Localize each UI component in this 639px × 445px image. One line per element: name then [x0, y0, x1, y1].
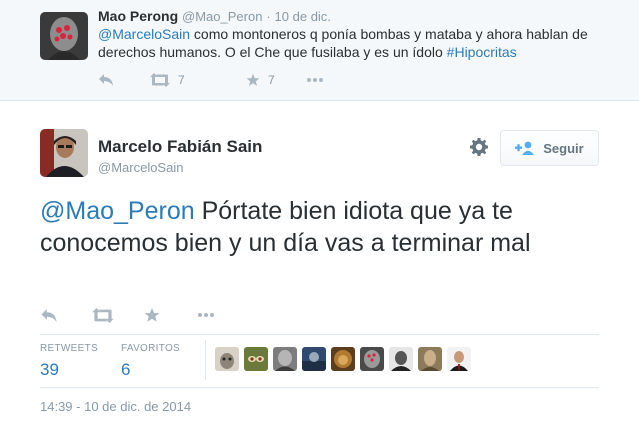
parent-hashtag-link[interactable]: #Hipocritas	[447, 44, 517, 60]
retweets-stat[interactable]: RETWEETS 39	[40, 343, 98, 380]
parent-text-line2: derechos humanos. O el Che que fusilaba …	[98, 44, 447, 60]
parent-mention-link[interactable]: @MarceloSain	[98, 26, 190, 42]
favorites-stat[interactable]: FAVORITOS 6	[121, 343, 180, 380]
retweets-label: RETWEETS	[40, 343, 98, 354]
favoriter-avatar[interactable]	[389, 347, 413, 371]
follow-person-plus-icon	[515, 141, 535, 155]
parent-retweet-button[interactable]: 7	[150, 73, 246, 87]
parent-author-name[interactable]: Mao Perong	[98, 8, 178, 24]
main-retweet-button[interactable]	[92, 307, 144, 323]
stats-bottom-divider	[40, 387, 599, 388]
favorite-star-icon	[144, 308, 160, 322]
parent-header: Mao Perong @Mao_Peron · 10 de dic.	[98, 8, 331, 24]
favorites-label: FAVORITOS	[121, 343, 181, 354]
favoriter-avatar[interactable]	[244, 347, 268, 371]
main-actions	[40, 306, 216, 324]
gear-icon[interactable]	[469, 137, 489, 157]
parent-time[interactable]: 10 de dic.	[275, 9, 331, 24]
main-tweet-text: @Mao_Peron Pórtate bien idiota que ya te…	[40, 195, 610, 259]
retweet-icon	[92, 307, 114, 323]
main-favorite-button[interactable]	[144, 307, 196, 323]
parent-tweet: Mao Perong @Mao_Peron · 10 de dic. @Marc…	[0, 0, 639, 101]
follow-button[interactable]: Seguir	[500, 130, 599, 166]
parent-text-line1: como montoneros q ponía bombas y mataba …	[190, 26, 588, 42]
retweets-count: 39	[40, 360, 59, 379]
retweet-icon	[150, 73, 170, 87]
main-reply-button[interactable]	[40, 308, 92, 323]
parent-separator: ·	[266, 9, 271, 24]
reply-icon	[99, 74, 113, 86]
favoriter-avatar[interactable]	[302, 347, 326, 371]
favoriter-avatar[interactable]	[273, 347, 297, 371]
parent-more-button[interactable]	[306, 77, 324, 83]
favoriter-avatar[interactable]	[360, 347, 384, 371]
favoriter-avatar[interactable]	[418, 347, 442, 371]
stats-vertical-divider	[205, 340, 206, 380]
follow-button-label: Seguir	[543, 140, 584, 156]
main-author-name[interactable]: Marcelo Fabián Sain	[98, 137, 262, 157]
parent-tweet-text: @MarceloSain como montoneros q ponía bom…	[98, 25, 618, 61]
favorites-count: 6	[121, 360, 131, 379]
reply-icon	[41, 308, 57, 322]
stats-top-divider	[40, 334, 599, 335]
parent-avatar[interactable]	[40, 12, 88, 60]
main-mention-link[interactable]: @Mao_Peron	[40, 197, 195, 225]
more-dots-icon	[198, 313, 214, 317]
favorite-star-icon	[246, 73, 260, 86]
main-more-button[interactable]	[196, 312, 216, 318]
parent-author-handle[interactable]: @Mao_Peron	[182, 9, 262, 24]
tweet-timestamp[interactable]: 14:39 - 10 de dic. de 2014	[40, 399, 191, 414]
favoriter-avatar[interactable]	[447, 347, 471, 371]
parent-retweet-count: 7	[178, 73, 185, 87]
more-dots-icon	[307, 78, 323, 82]
favoriters-avatars	[215, 347, 476, 371]
favoriter-avatar[interactable]	[215, 347, 239, 371]
parent-reply-button[interactable]	[98, 73, 150, 87]
favoriter-avatar[interactable]	[331, 347, 355, 371]
main-avatar[interactable]	[40, 129, 88, 177]
main-author-handle[interactable]: @MarceloSain	[98, 160, 183, 175]
parent-favorite-count: 7	[268, 73, 275, 87]
parent-favorite-button[interactable]: 7	[246, 73, 306, 87]
parent-actions: 7 7	[98, 72, 324, 88]
